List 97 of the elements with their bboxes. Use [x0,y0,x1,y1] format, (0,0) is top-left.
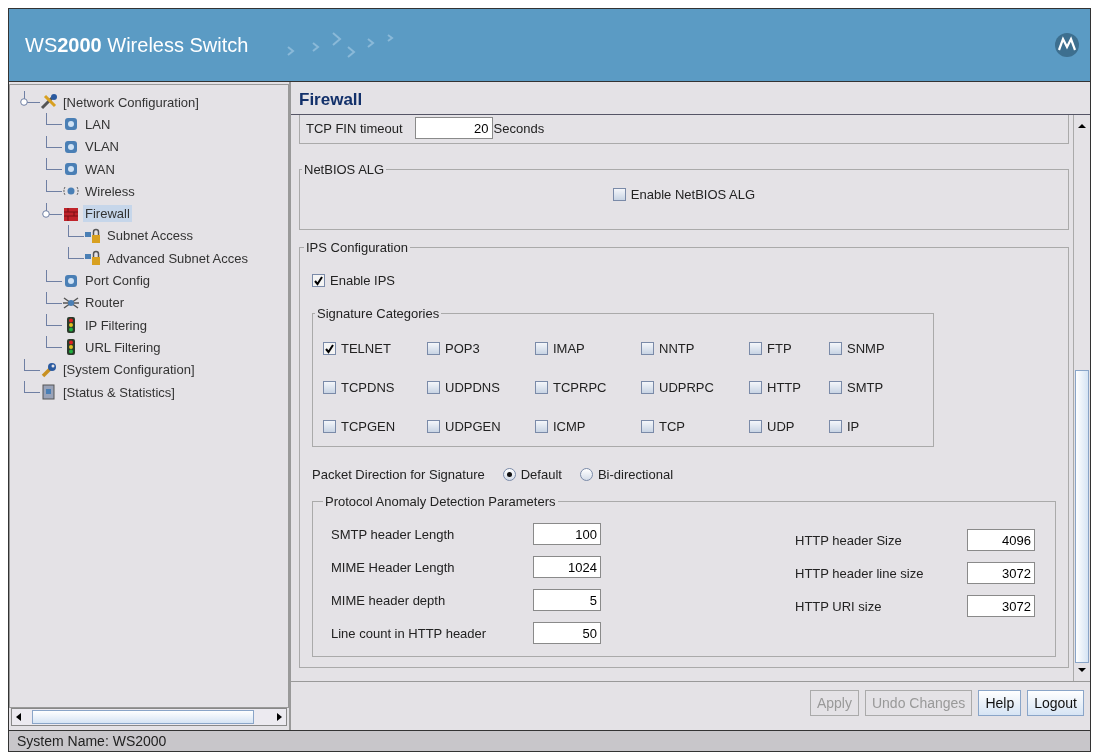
field-label: TCP FIN timeout [306,120,403,136]
group-title: Signature Categories [316,306,441,321]
scrollbar-thumb[interactable] [32,710,254,724]
field-label: HTTP URI size [795,598,883,614]
action-button[interactable]: Logout [1027,690,1084,716]
radio-label: Default [520,467,562,482]
checkbox-label: Enable IPS [330,273,396,288]
checkbox-label: TCPRPC [553,380,607,395]
horizontal-scrollbar[interactable] [11,708,287,726]
tree-item[interactable]: VLAN [83,138,121,156]
checkbox[interactable] [323,381,336,394]
tree-item[interactable]: [Status & Statistics] [61,383,177,401]
checkbox[interactable] [641,420,654,433]
checkbox[interactable] [829,342,842,355]
tools-icon [40,93,58,112]
tree-item[interactable]: Advanced Subnet Acces [105,249,250,267]
field-label: MIME header depth [331,592,447,608]
checkbox-label: UDPDNS [445,380,500,395]
book-icon [40,383,58,401]
tree-item[interactable]: WAN [83,160,117,178]
checkbox[interactable] [427,381,440,394]
expand-handle-icon[interactable] [20,98,28,107]
radio-button[interactable] [502,468,516,481]
field-label: MIME Header Length [331,559,456,575]
tree-item[interactable]: Port Config [83,272,153,289]
checkbox-label: SNMP [847,341,885,356]
tree-item[interactable]: Subnet Access [105,227,195,245]
checkbox[interactable] [535,342,548,355]
checkbox-label: TCPGEN [341,419,396,434]
tree-item[interactable]: [System Configuration] [61,361,197,379]
checkbox-label: IP [847,419,860,434]
checkbox[interactable] [829,381,842,394]
tree-item[interactable]: [Network Configuration] [61,93,201,111]
checkbox[interactable] [535,381,548,394]
input-field[interactable]: 3072 [967,562,1035,584]
checkbox-label: ICMP [553,419,586,434]
group-title: Protocol Anomaly Detection Parameters [324,494,557,509]
wrench-icon [40,360,58,379]
checkbox-label: NNTP [659,341,695,356]
checkbox[interactable] [829,420,842,433]
checkbox-label: POP3 [445,341,480,356]
checkbox[interactable] [312,274,325,287]
checkbox[interactable] [749,342,762,355]
checkbox[interactable] [323,420,336,433]
action-button[interactable]: Help [978,690,1022,716]
checkbox-label: SMTP [847,380,884,395]
app-title: WS2000 Wireless Switch [25,33,249,57]
unit-label: Seconds [493,120,545,136]
input-field[interactable]: 50 [533,622,601,644]
padlock-icon [84,226,102,245]
input-field[interactable]: 1024 [533,556,601,578]
field-label: Line count in HTTP header [331,625,488,641]
checkbox-label: Enable NetBIOS ALG [630,187,756,202]
panel-title: Firewall [291,82,1090,115]
checkbox[interactable] [535,420,548,433]
expand-handle-icon[interactable] [42,209,50,218]
checkbox-label: TELNET [341,341,391,356]
checkbox-label: FTP [767,341,792,356]
logo-icon [1054,32,1080,58]
tree-item[interactable]: Router [83,294,127,312]
status-bar: System Name: WS2000 [8,730,1091,752]
checkbox[interactable] [612,188,626,201]
checkbox[interactable] [749,420,762,433]
tree-item[interactable]: Firewall [83,205,132,223]
checkbox-label: UDPGEN [445,419,501,434]
input-field[interactable]: 20 [414,117,493,139]
radio-button[interactable] [579,468,593,481]
checkbox-label: UDPRPC [659,380,714,395]
padlock-icon [84,249,102,268]
input-field[interactable]: 4096 [967,529,1035,551]
checkbox[interactable] [749,381,762,394]
checkbox[interactable] [323,342,336,355]
field-label: Packet Direction for Signature [312,467,485,482]
checkbox-label: UDP [767,419,795,434]
checkbox-label: TCP [659,419,685,434]
tree-item[interactable]: URL Filtering [83,338,163,356]
field-label: HTTP header Size [795,532,903,548]
checkbox[interactable] [427,342,440,355]
checkbox-label: HTTP [767,380,801,395]
radio-label: Bi-directional [597,467,674,482]
checkbox[interactable] [427,420,440,433]
tree-item[interactable]: Wireless [83,182,137,200]
input-field[interactable]: 3072 [967,595,1035,617]
checkbox[interactable] [641,342,654,355]
field-label: SMTP header Length [331,526,456,542]
checkbox[interactable] [641,381,654,394]
tree-item[interactable]: IP Filtering [83,316,149,334]
field-label: HTTP header line size [795,565,925,581]
scrollbar-thumb[interactable] [1075,369,1089,663]
checkbox-label: TCPDNS [341,380,395,395]
checkbox-label: IMAP [553,341,585,356]
group-title: IPS Configuration [305,240,409,255]
tree-item[interactable]: LAN [83,115,113,133]
group-title: NetBIOS ALG [303,162,386,177]
input-field[interactable]: 5 [533,589,601,611]
input-field[interactable]: 100 [533,523,601,545]
vertical-scrollbar[interactable] [1073,115,1090,681]
